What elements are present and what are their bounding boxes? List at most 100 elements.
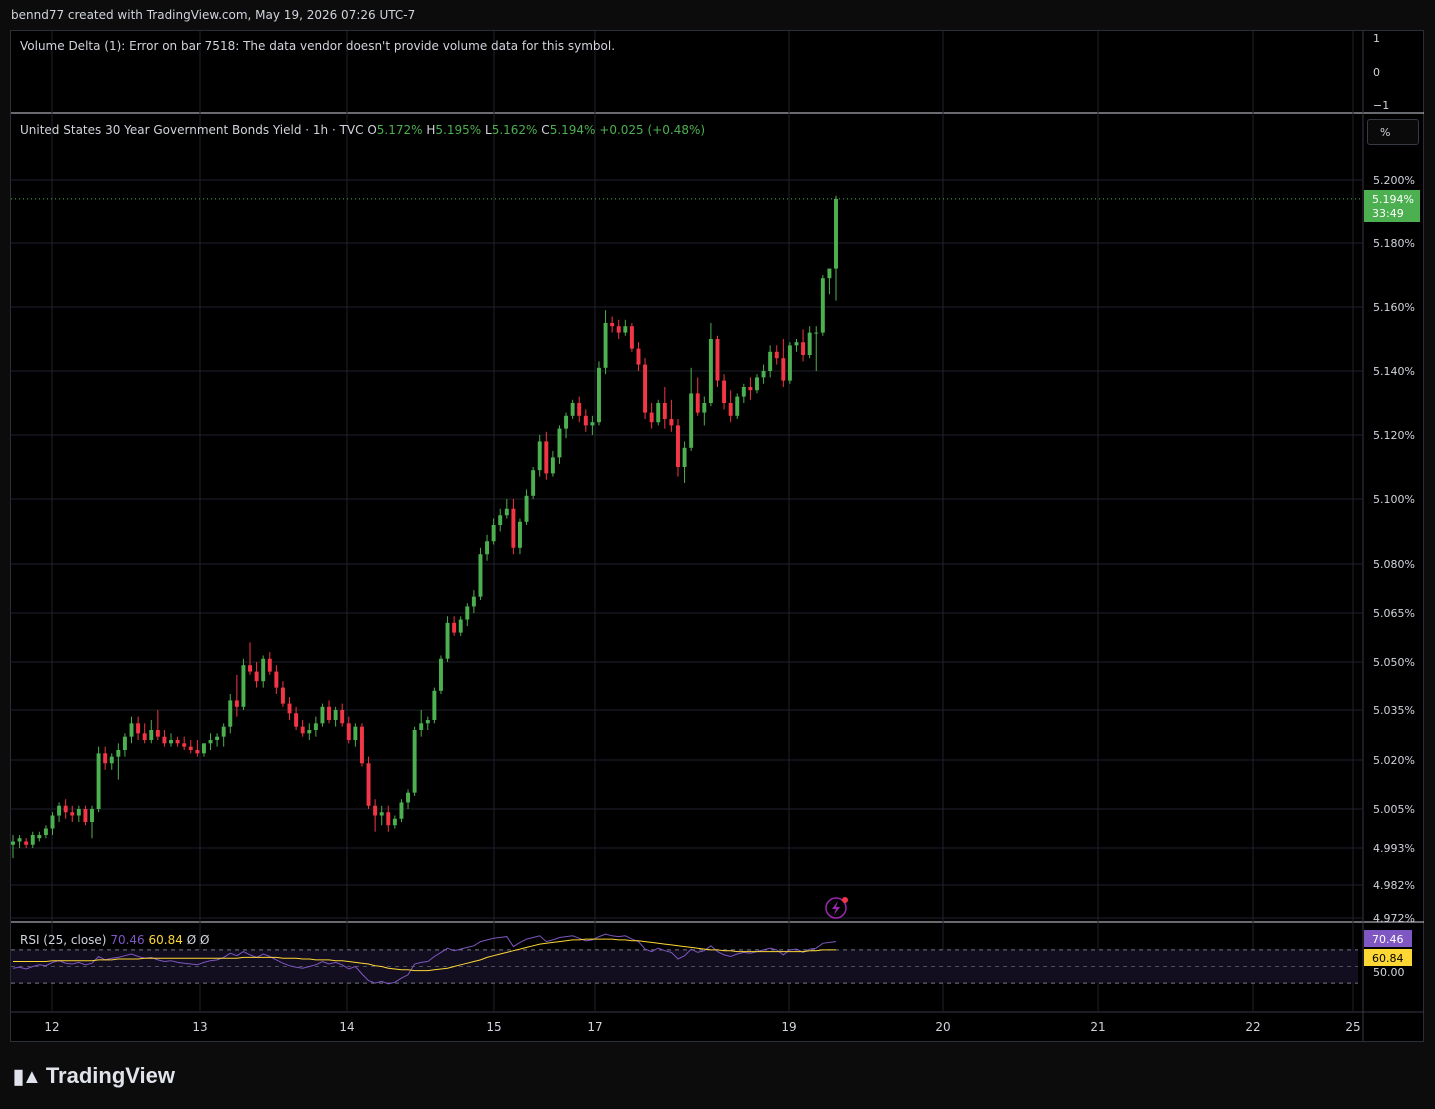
candle-body (597, 367, 601, 423)
price-tick-label: 4.993% (1373, 842, 1415, 855)
candle-body (267, 658, 272, 672)
close-label: C (541, 123, 550, 137)
symbol-legend[interactable]: United States 30 Year Government Bonds Y… (20, 123, 705, 137)
candle-body (96, 753, 101, 809)
candle-body (406, 792, 411, 803)
candle-body (643, 364, 648, 413)
grid-lines (11, 31, 1363, 1012)
candle-body (425, 720, 430, 724)
candle-body (327, 706, 332, 720)
candle-body (491, 525, 496, 542)
candle-body (537, 441, 542, 471)
candle-body (814, 332, 819, 334)
candle-body (708, 339, 713, 403)
rsi-legend[interactable]: RSI (25, close) 70.46 60.84 Ø Ø (20, 933, 209, 947)
time-tick-label: 20 (935, 1020, 950, 1034)
candle-body (465, 606, 470, 620)
open-value: 5.172% (376, 123, 423, 137)
candle-body (386, 812, 391, 826)
high-value: 5.195% (435, 123, 482, 137)
candle-body (794, 342, 799, 346)
low-label: L (485, 123, 492, 137)
candle-body (715, 339, 720, 381)
candle-body (155, 730, 160, 737)
candle-body (254, 671, 259, 682)
price-tick-label: 5.080% (1373, 558, 1415, 571)
rsi-na-1: Ø (186, 933, 197, 947)
candle-body (366, 763, 371, 806)
time-tick-label: 15 (486, 1020, 501, 1034)
candle-body (24, 841, 29, 845)
candle-body (162, 736, 167, 744)
price-tick-label: 5.005% (1373, 803, 1415, 816)
price-tick-label: 5.120% (1373, 429, 1415, 442)
candle-body (37, 835, 42, 839)
price-tick-label: 5.140% (1373, 365, 1415, 378)
candle-body (807, 332, 812, 355)
price-tick-label: 5.035% (1373, 704, 1415, 717)
candle-body (550, 457, 555, 474)
candle-body (570, 403, 575, 416)
rsi-label: RSI (25, close) (20, 933, 107, 947)
candle-body (669, 419, 674, 426)
candle-body (432, 690, 437, 720)
candle-body (50, 815, 55, 829)
percent-scale-button[interactable]: % (1367, 119, 1419, 145)
candle-body (452, 622, 457, 633)
candle-body (755, 377, 759, 391)
candle-body (280, 687, 285, 704)
candle-body (103, 753, 108, 764)
candle-body (11, 841, 15, 845)
candle-body (353, 726, 358, 740)
candle-body (748, 387, 753, 391)
price-tick-label: 5.200% (1373, 174, 1415, 187)
tradingview-logo[interactable]: ▮▲ TradingView (13, 1063, 175, 1089)
candle-body (373, 805, 378, 816)
candle-body (478, 554, 483, 597)
candle-body (577, 403, 582, 416)
rsi-ma-value: 60.84 (148, 933, 183, 947)
candle-body (300, 726, 305, 734)
candle-body (583, 415, 588, 426)
lightning-icon[interactable] (825, 897, 848, 919)
time-tick-label: 25 (1345, 1020, 1360, 1034)
candle-body (649, 412, 654, 423)
candle-body (517, 521, 522, 548)
candle-body (221, 726, 226, 737)
chart-canvas[interactable]: 1 0 −1 5.200% 5.180% 5.160% 5.140% 5.120% 5.1… (0, 0, 1435, 1109)
candle-body (17, 838, 22, 842)
candle-body (333, 710, 338, 720)
time-tick-label: 21 (1090, 1020, 1105, 1034)
candle-body (313, 723, 318, 730)
candle-body (722, 380, 727, 403)
close-value: 5.194% (549, 123, 596, 137)
candle-body (616, 326, 621, 333)
time-tick-label: 13 (192, 1020, 207, 1034)
candle-body (109, 756, 114, 764)
candle-body (682, 447, 687, 467)
price-axis[interactable]: 5.200% 5.180% 5.160% 5.140% 5.120% 5.100% 5.08… (1373, 174, 1415, 925)
candle-body (735, 396, 740, 416)
candle-body (175, 740, 180, 744)
vd-scale-label: −1 (1373, 99, 1389, 112)
candle-body (544, 441, 549, 474)
candle-body (787, 345, 792, 381)
vd-scale-label: 1 (1373, 32, 1380, 45)
rsi-value: 70.46 (110, 933, 145, 947)
time-tick-label: 19 (781, 1020, 796, 1034)
candle-body (57, 805, 62, 816)
price-tick-label: 5.020% (1373, 754, 1415, 767)
brand-name: TradingView (45, 1063, 175, 1088)
candle-body (261, 658, 266, 682)
candle-body (438, 658, 443, 691)
price-tick-label: 5.100% (1373, 493, 1415, 506)
price-tick-label: 5.160% (1373, 301, 1415, 314)
candle-body (122, 736, 127, 750)
candle-body (504, 508, 509, 516)
candle-body (636, 348, 641, 365)
candle-body (702, 403, 707, 413)
change-value: +0.025 (+0.48%) (599, 123, 706, 137)
time-tick-label: 22 (1245, 1020, 1260, 1034)
time-axis[interactable]: 12 13 14 15 17 19 20 21 22 25 (44, 1020, 1360, 1034)
candle-body (188, 746, 193, 750)
